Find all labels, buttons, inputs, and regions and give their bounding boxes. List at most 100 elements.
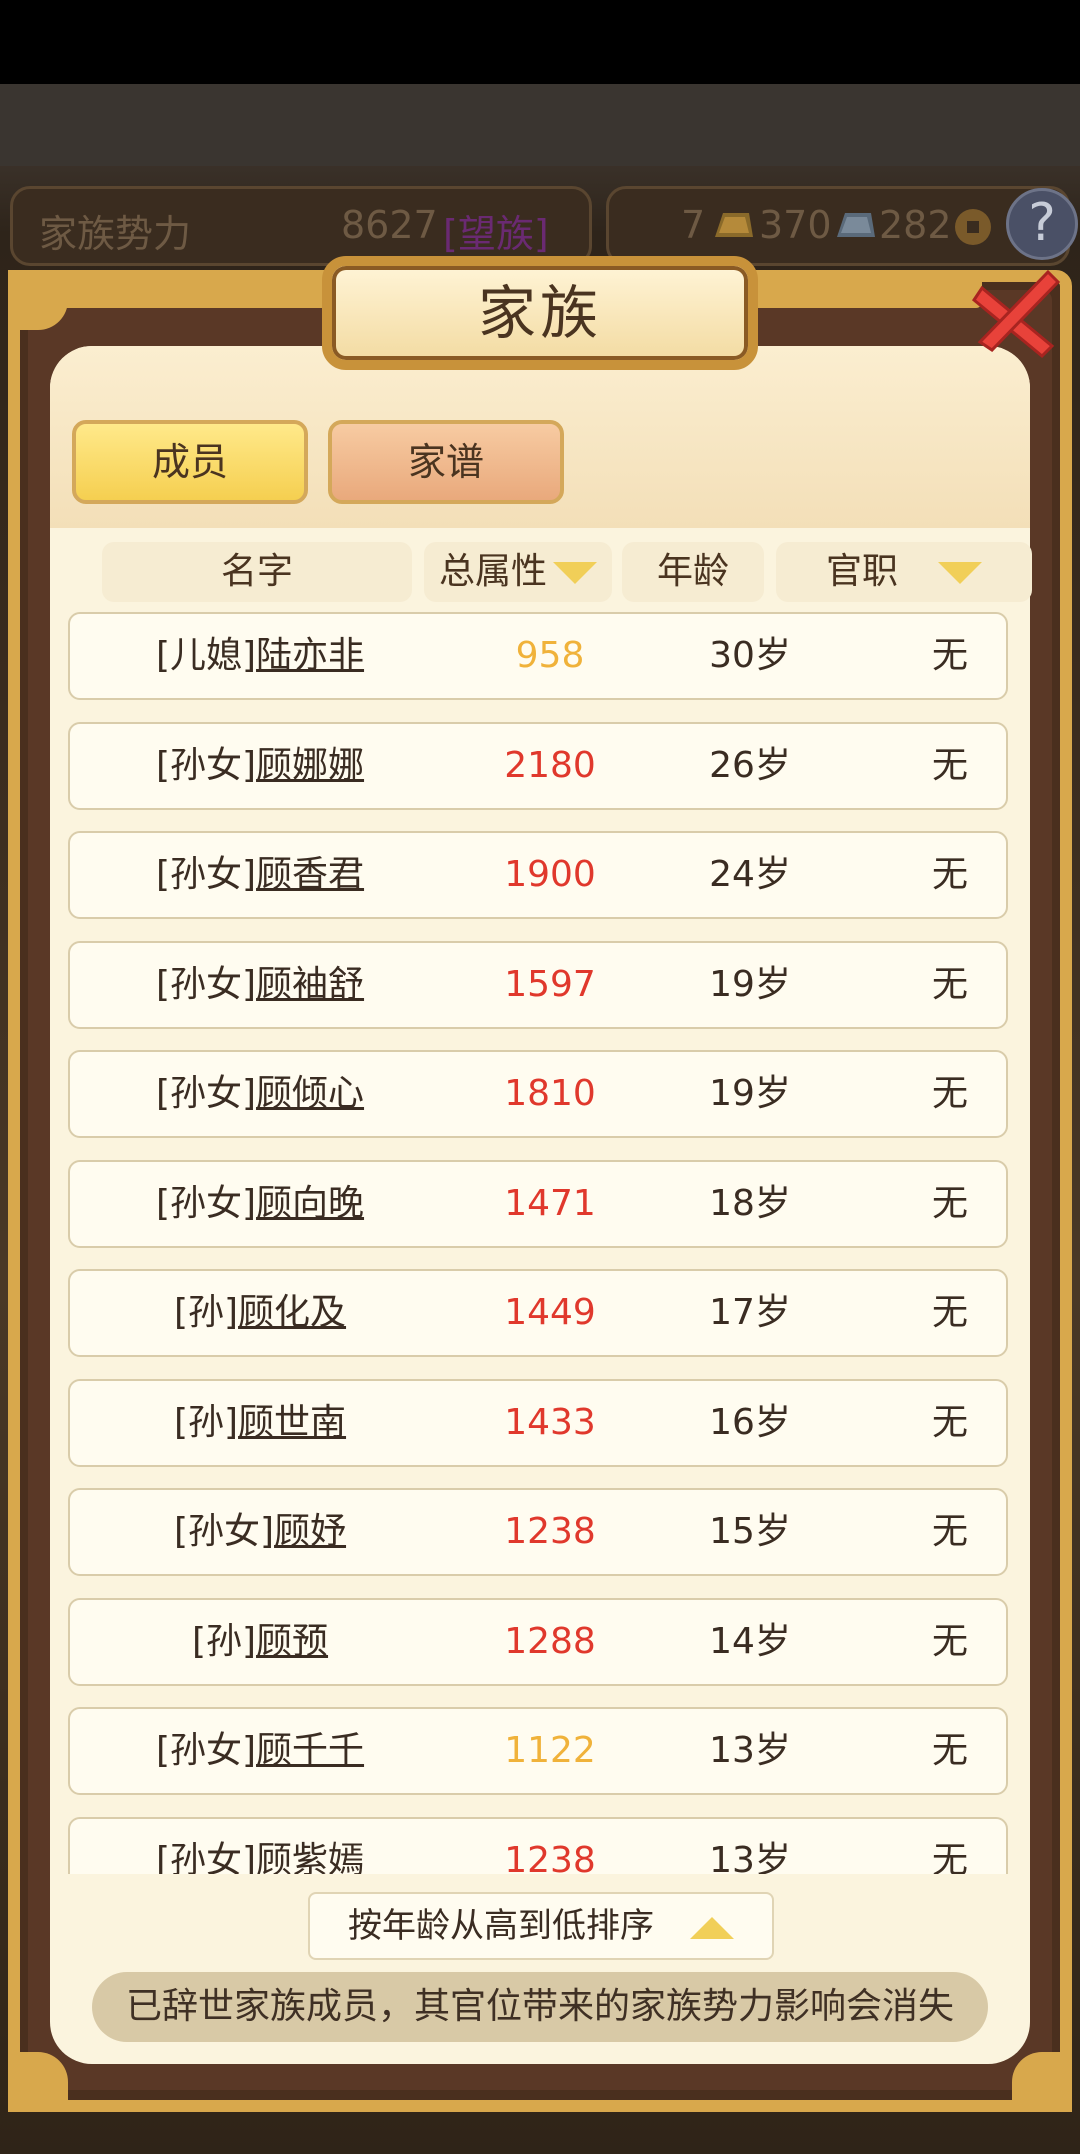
sort-down-icon	[553, 562, 597, 584]
member-name-cell: [孙女]顾香君	[70, 833, 450, 917]
member-name-cell: [孙女]顾倾心	[70, 1052, 450, 1136]
member-relation: [孙女]	[173, 1511, 275, 1552]
member-relation: [孙女]	[155, 1839, 257, 1875]
member-name-link[interactable]: 顾紫嫣	[256, 1840, 364, 1875]
family-power-label: 家族势力	[39, 212, 192, 256]
member-total-attr: 1810	[504, 1073, 596, 1114]
member-row[interactable]: [孙]顾预 1288 14岁 无	[68, 1597, 1008, 1686]
sort-label: 按年龄从高到低排序	[348, 1906, 654, 1946]
member-name-link[interactable]: 顾千千	[256, 1730, 364, 1771]
member-name-cell: [孙女]顾娜娜	[70, 724, 450, 808]
member-post: 无	[931, 1401, 968, 1443]
column-header-age[interactable]: 年龄	[622, 542, 764, 602]
member-relation: [孙女]	[155, 744, 257, 786]
member-row[interactable]: [孙女]顾香君 1900 24岁 无	[68, 831, 1008, 919]
member-name-link[interactable]: 顾妤	[274, 1511, 346, 1552]
dialog-title-plate: 家族	[322, 256, 758, 370]
member-name-link[interactable]: 顾袖舒	[256, 964, 364, 1005]
member-post: 无	[931, 1730, 968, 1771]
member-total-attr: 1900	[504, 854, 596, 895]
member-age: 19岁	[709, 963, 791, 1005]
title-wing-left	[8, 274, 328, 308]
silver-ingot-icon	[831, 207, 877, 252]
member-name-link[interactable]: 陆亦非	[256, 635, 364, 676]
member-post: 无	[931, 1292, 968, 1333]
member-name-link[interactable]: 顾娜娜	[256, 745, 364, 786]
member-name-link[interactable]: 顾倾心	[256, 1073, 364, 1114]
column-header-attr-label: 总属性	[438, 551, 547, 592]
member-name-link[interactable]: 顾向晚	[256, 1183, 364, 1224]
member-total-attr: 958	[515, 635, 585, 676]
member-post: 无	[931, 1511, 968, 1552]
coin-icon	[953, 207, 993, 256]
column-header-post[interactable]: 官职	[776, 542, 1032, 602]
member-total-attr: 1597	[504, 963, 596, 1005]
member-list[interactable]: [儿媳]陆亦非 958 30岁无 [孙女]顾娜娜 2180 26岁无 [孙女]顾香君 1900…	[68, 612, 1008, 1874]
member-name-cell: [孙]顾世南	[70, 1381, 450, 1465]
member-relation: [孙]	[191, 1620, 257, 1662]
member-relation: [孙女]	[155, 1073, 257, 1114]
member-row[interactable]: [孙女]顾妤 1238 15岁 无	[68, 1488, 1008, 1576]
member-name-cell: [孙女]顾千千	[70, 1709, 450, 1793]
member-age: 26岁	[709, 744, 791, 786]
member-total-attr: 1238	[504, 1839, 596, 1875]
dialog-title: 家族	[477, 279, 602, 347]
status-bar	[0, 0, 1080, 84]
member-relation: [孙]	[173, 1401, 239, 1443]
member-age: 13岁	[709, 1839, 791, 1875]
member-age: 24岁	[709, 854, 791, 895]
coin-count: 282	[879, 203, 952, 247]
column-header-name-label: 名字	[220, 551, 293, 592]
member-name-cell: [孙]顾预	[70, 1600, 450, 1684]
member-post: 无	[931, 1073, 968, 1114]
tab-family-tree[interactable]: 家谱	[328, 420, 564, 504]
member-row[interactable]: [孙女]顾娜娜 2180 26岁 无	[68, 721, 1008, 810]
member-total-attr: 1238	[504, 1511, 596, 1552]
member-total-attr: 1433	[504, 1401, 596, 1443]
close-button[interactable]	[962, 258, 1072, 368]
member-age: 14岁	[709, 1620, 791, 1662]
member-post: 无	[931, 635, 968, 676]
family-power-rank: [望族]	[443, 212, 549, 256]
gold-ingot-icon	[709, 207, 755, 252]
tab-members[interactable]: 成员	[72, 420, 308, 504]
member-name-link[interactable]: 顾化及	[238, 1292, 346, 1333]
member-row[interactable]: [孙女]顾向晚 1471 18岁 无	[68, 1159, 1008, 1248]
member-relation: [儿媳]	[155, 635, 257, 676]
member-age: 19岁	[709, 1073, 791, 1114]
member-row[interactable]: [孙女]顾袖舒 1597 19岁 无	[68, 940, 1008, 1029]
member-row[interactable]: [孙女]顾千千 1122 13岁 无	[68, 1707, 1008, 1795]
member-post: 无	[931, 963, 968, 1005]
member-row[interactable]: [儿媳]陆亦非 958 30岁 无	[68, 612, 1008, 700]
member-total-attr: 1288	[504, 1620, 596, 1662]
member-age: 13岁	[709, 1730, 791, 1771]
member-relation: [孙女]	[155, 1730, 257, 1771]
column-header-post-label: 官职	[825, 551, 898, 592]
family-power-bar: 家族势力 8627 [望族]	[10, 186, 592, 266]
member-row[interactable]: [孙女]顾倾心 1810 19岁 无	[68, 1050, 1008, 1138]
column-header-attr[interactable]: 总属性	[424, 542, 612, 602]
member-row[interactable]: [孙女]顾紫嫣 1238 13岁 无	[68, 1816, 1008, 1875]
column-header-age-label: 年龄	[656, 551, 729, 592]
member-relation: [孙女]	[155, 963, 257, 1005]
deceased-notice: 已辞世家族成员，其官位带来的家族势力影响会消失	[92, 1972, 988, 2042]
member-row[interactable]: [孙]顾世南 1433 16岁 无	[68, 1378, 1008, 1467]
member-age: 30岁	[709, 635, 791, 676]
sort-up-icon	[690, 1916, 734, 1939]
member-name-cell: [孙女]顾袖舒	[70, 943, 450, 1027]
member-name-link[interactable]: 顾香君	[256, 854, 364, 895]
sort-toggle-button[interactable]: 按年龄从高到低排序	[308, 1892, 774, 1960]
member-row[interactable]: [孙]顾化及 1449 17岁 无	[68, 1269, 1008, 1357]
member-relation: [孙女]	[155, 854, 257, 895]
currency-bar: 7 370 282	[606, 186, 1070, 266]
top-strip	[0, 84, 1080, 166]
member-name-link[interactable]: 顾世南	[238, 1402, 346, 1443]
member-post: 无	[931, 854, 968, 895]
member-age: 17岁	[709, 1292, 791, 1333]
title-wing-right	[752, 274, 982, 308]
help-button[interactable]: ?	[1006, 188, 1078, 260]
member-total-attr: 1471	[504, 1182, 596, 1224]
member-total-attr: 1449	[504, 1292, 596, 1333]
member-name-link[interactable]: 顾预	[256, 1621, 328, 1662]
member-total-attr: 1122	[504, 1730, 596, 1771]
